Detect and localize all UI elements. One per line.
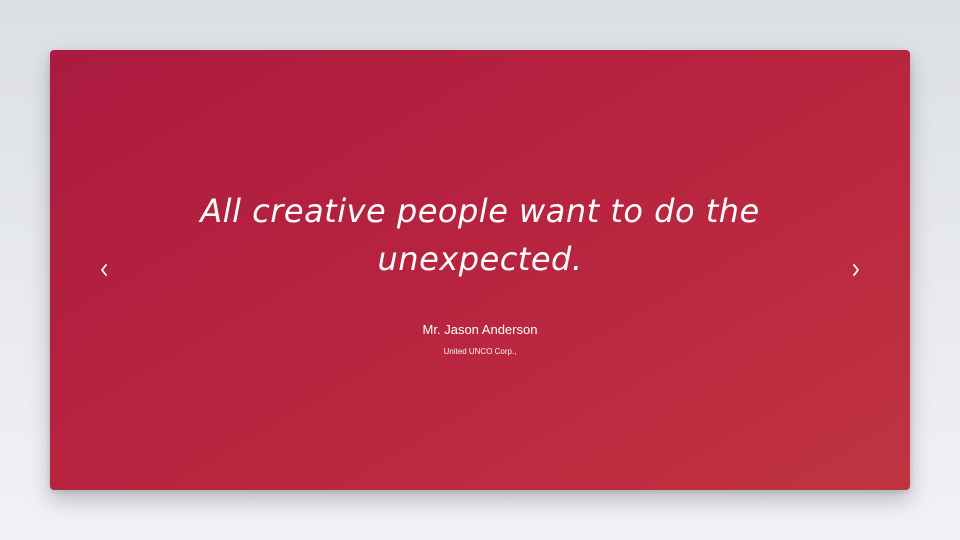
testimonial-company: United UNCO Corp., [443,347,517,356]
testimonial-author: Mr. Jason Anderson [422,322,538,337]
testimonial-quote: All creative people want to do the unexp… [200,192,760,278]
next-slide-button[interactable] [844,258,868,282]
chevron-left-icon [101,264,107,276]
previous-slide-button[interactable] [92,258,116,282]
testimonial-slide: All creative people want to do the unexp… [50,50,910,490]
chevron-right-icon [853,264,859,276]
